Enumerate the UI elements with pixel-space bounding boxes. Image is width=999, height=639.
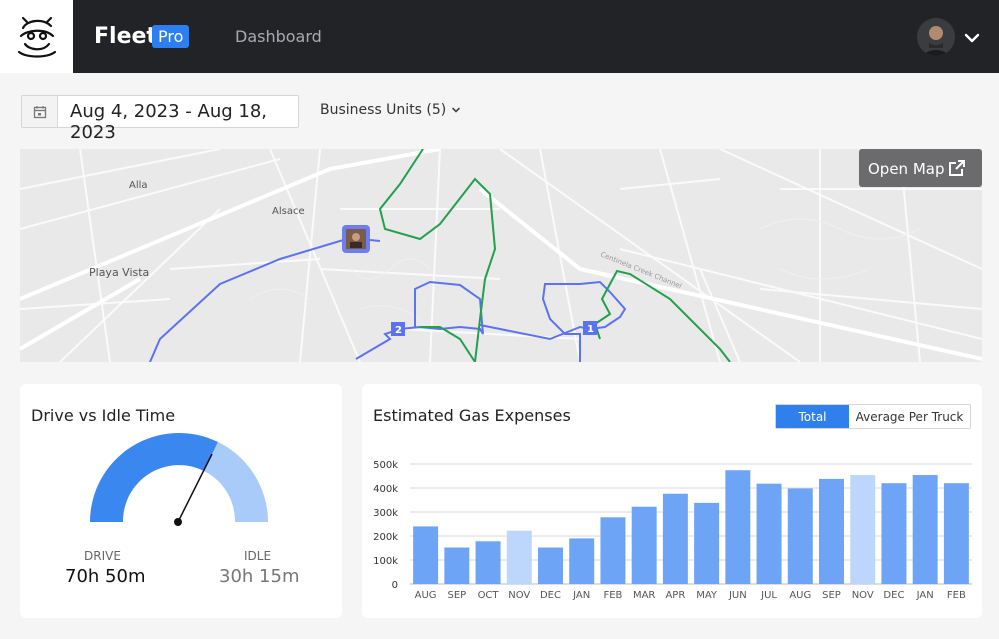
x-tick-label: FEB — [603, 590, 622, 601]
chevron-down-icon[interactable] — [450, 104, 462, 116]
map-label-alsace: Alsace — [272, 206, 305, 217]
x-tick-label: DEC — [883, 590, 904, 601]
x-tick-label: AUG — [789, 590, 811, 601]
bar-feb-6[interactable] — [600, 517, 626, 584]
calendar-icon — [22, 96, 58, 127]
top-bar: Fleet Pro Dashboard — [0, 0, 999, 73]
bar-may-9[interactable] — [694, 502, 720, 584]
bar-dec-4[interactable] — [538, 547, 563, 584]
bar-aug-12[interactable] — [787, 488, 813, 584]
y-tick-label: 300k — [373, 508, 398, 519]
bar-jun-10[interactable] — [725, 470, 751, 584]
x-tick-label: FEB — [947, 590, 966, 601]
toggle-total[interactable]: Total — [776, 405, 849, 428]
open-map-label: Open Map — [868, 160, 945, 178]
x-tick-label: NOV — [852, 590, 874, 601]
route-blue[interactable] — [149, 235, 627, 362]
x-tick-label: MAR — [633, 590, 655, 601]
toggle-average-per-truck[interactable]: Average Per Truck — [849, 405, 970, 428]
bar-apr-8[interactable] — [662, 493, 688, 584]
idle-label: IDLE — [244, 549, 272, 563]
route-map[interactable]: Alla Alsace Playa Vista Centinela Creek … — [20, 149, 982, 362]
drive-label: DRIVE — [84, 549, 121, 563]
map-label-playa-vista: Playa Vista — [89, 266, 149, 279]
x-tick-label: NOV — [508, 590, 530, 601]
external-link-icon — [949, 160, 965, 176]
x-tick-label: JAN — [572, 590, 590, 601]
gas-title: Estimated Gas Expenses — [373, 406, 571, 425]
gas-view-toggle: Total Average Per Truck — [775, 404, 971, 429]
bar-sep-13[interactable] — [819, 478, 844, 584]
drive-idle-gauge — [90, 433, 268, 526]
brand-name: Fleet — [94, 24, 157, 49]
bar-aug-0[interactable] — [413, 526, 439, 584]
bar-sep-1[interactable] — [444, 547, 470, 584]
x-tick-label: SEP — [447, 590, 466, 601]
y-tick-label: 400k — [373, 484, 398, 495]
x-tick-label: JUN — [728, 590, 747, 601]
bar-mar-7[interactable] — [631, 506, 657, 584]
x-tick-label: APR — [665, 590, 685, 601]
bar-nov-3[interactable] — [506, 530, 532, 584]
bar-feb-17[interactable] — [943, 483, 969, 584]
route-marker-2-label: 2 — [395, 325, 402, 336]
bar-jul-11[interactable] — [756, 483, 782, 584]
drive-idle-title: Drive vs Idle Time — [31, 406, 176, 425]
brand-mascot-icon — [17, 16, 56, 58]
y-tick-label: 500k — [373, 460, 398, 471]
x-tick-label: AUG — [415, 590, 437, 601]
x-tick-label: JUL — [760, 590, 777, 601]
driver-pin[interactable] — [342, 225, 370, 253]
y-tick-label: 200k — [373, 532, 398, 543]
route-marker-1-label: 1 — [587, 324, 594, 335]
bar-nov-14[interactable] — [850, 475, 876, 584]
date-range-picker[interactable]: Aug 4, 2023 - Aug 18, 2023 — [21, 95, 299, 143]
idle-value: 30h 15m — [219, 566, 300, 587]
x-tick-label: DEC — [540, 590, 561, 601]
x-tick-label: MAY — [696, 590, 718, 601]
open-map-button[interactable]: Open Map — [859, 149, 982, 187]
pro-badge: Pro — [152, 25, 190, 48]
x-tick-label: OCT — [478, 590, 500, 601]
x-tick-label: JAN — [916, 590, 934, 601]
logo[interactable] — [0, 0, 73, 73]
nav-dashboard[interactable]: Dashboard — [235, 27, 322, 46]
user-avatar[interactable] — [917, 18, 955, 56]
y-tick-label: 100k — [373, 556, 398, 567]
y-tick-label: 0 — [392, 580, 398, 591]
business-units-dropdown[interactable]: Business Units (5) — [320, 102, 446, 118]
bar-jan-16[interactable] — [912, 475, 938, 584]
drive-value: 70h 50m — [65, 566, 146, 587]
bar-oct-2[interactable] — [475, 541, 501, 584]
bar-dec-15[interactable] — [881, 483, 907, 584]
drive-idle-card: Drive vs Idle Time DRIVE 70h 50m IDLE 30… — [20, 384, 342, 618]
date-range-text: Aug 4, 2023 - Aug 18, 2023 — [70, 101, 268, 143]
gas-bar-chart: 0 100k 200k 300k 400k 500k AUG SEP OCT NOV DEC JAN F… — [373, 460, 972, 601]
map-label-alla: Alla — [129, 180, 148, 191]
x-tick-label: SEP — [822, 590, 841, 601]
bar-jan-5[interactable] — [569, 538, 595, 584]
chevron-down-icon[interactable] — [962, 28, 982, 48]
